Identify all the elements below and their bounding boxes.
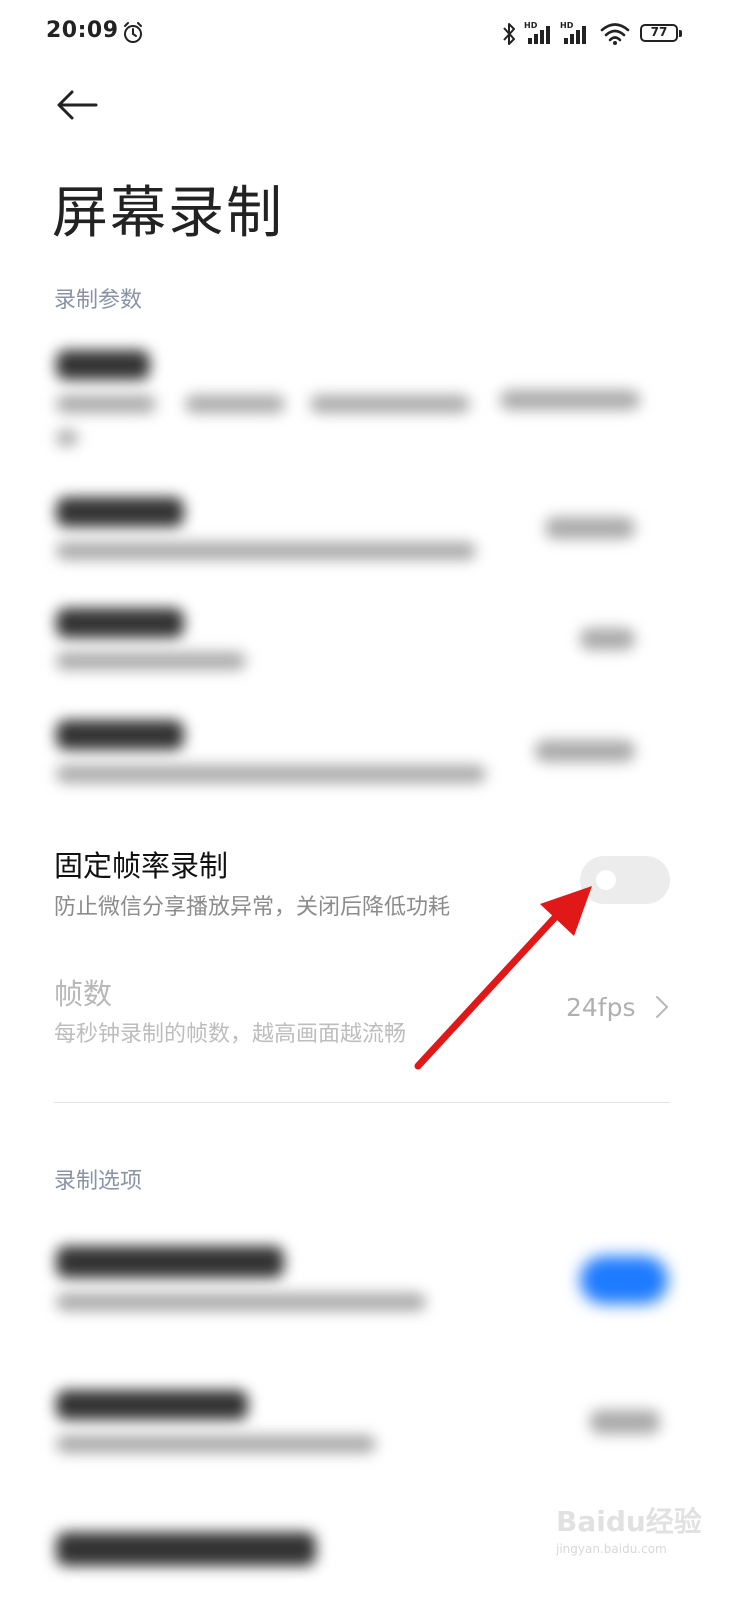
frame-count-value: 24fps (566, 993, 636, 1022)
svg-text:HD: HD (524, 21, 538, 30)
baidu-watermark-url: jingyan.baidu.com (556, 1542, 667, 1556)
wifi-icon (600, 23, 630, 45)
fixed-frame-rate-subtitle: 防止微信分享播放异常，关闭后降低功耗 (54, 895, 451, 920)
section-header-recording-params: 录制参数 (54, 288, 143, 313)
section-header-recording-options: 录制选项 (54, 1169, 143, 1194)
svg-text:HD: HD (560, 21, 574, 30)
fixed-frame-rate-title: 固定帧率录制 (54, 849, 229, 883)
frame-count-title: 帧数 (54, 977, 113, 1011)
toggle-knob (596, 870, 616, 890)
status-time: 20:09 (46, 18, 119, 43)
signal-hd-icon: HD (524, 21, 550, 44)
fixed-frame-rate-toggle[interactable] (580, 856, 670, 904)
screen-recording-settings: 20:09 HD HD 77 屏幕录制 录制参数 固定帧率录制 防止微信分享播放… (0, 0, 738, 1600)
frame-count-subtitle: 每秒钟录制的帧数，越高画面越流畅 (54, 1022, 407, 1047)
battery-icon: 77 (640, 24, 684, 44)
divider (54, 1102, 670, 1103)
status-bar: 20:09 HD HD 77 (0, 0, 738, 70)
battery-level: 77 (650, 25, 668, 39)
signal-hd-icon: HD (560, 21, 586, 44)
back-arrow-icon[interactable] (52, 84, 104, 126)
bluetooth-icon (503, 23, 515, 45)
chevron-right-icon (656, 996, 668, 1018)
page-title: 屏幕录制 (52, 181, 284, 246)
alarm-icon (124, 22, 142, 43)
baidu-watermark: Baidu经验 (556, 1505, 702, 1538)
battery-cap (679, 30, 682, 37)
